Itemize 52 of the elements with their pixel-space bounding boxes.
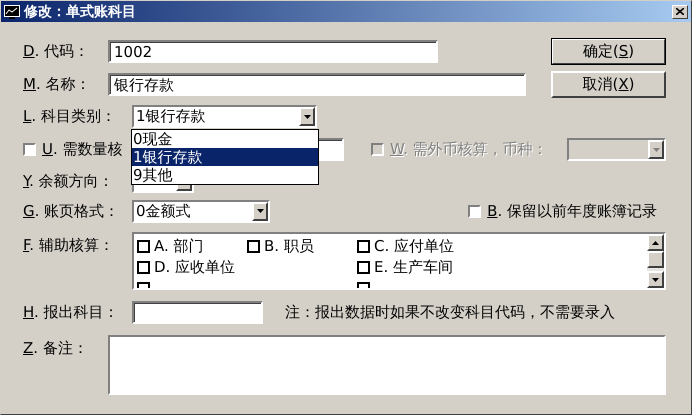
close-icon — [676, 8, 684, 15]
checkbox[interactable] — [247, 240, 260, 253]
category-dropdown[interactable]: 1银行存款 — [132, 105, 317, 128]
field-label: M. 名称： — [23, 75, 92, 94]
checkbox[interactable] — [357, 261, 370, 274]
field-label: G. 账页格式： — [23, 202, 120, 220]
checkbox[interactable] — [468, 204, 482, 218]
checkbox-label: E. 生产车间 — [374, 258, 454, 277]
text-field[interactable]: 银行存款 — [108, 73, 526, 96]
text-field[interactable]: 1002 — [108, 40, 438, 63]
field-label: Z. 备注： — [23, 338, 89, 358]
field-label: L. 科目类别： — [23, 107, 117, 126]
dropdown-button[interactable] — [648, 140, 664, 159]
checkbox-label: D. 应收单位 — [154, 258, 236, 277]
down-arrow-icon — [652, 278, 659, 282]
caret-icon — [304, 114, 310, 118]
cancel-button[interactable]: 取消(X) — [551, 71, 666, 98]
window-title: 修改：单式账科目 — [24, 2, 136, 20]
field-label: H. 报出科目： — [23, 303, 120, 322]
memo-field[interactable] — [108, 335, 666, 395]
note-text: 注：报出数据时如果不改变科目代码，不需要录入 — [285, 303, 615, 322]
dropdown-option[interactable]: 0现金 — [132, 130, 318, 148]
scroll-thumb[interactable] — [647, 251, 664, 268]
format-dropdown[interactable]: 0金额式 — [132, 200, 270, 222]
field-label: F. 辅助核算： — [23, 235, 115, 255]
dropdown-option[interactable]: 9其他 — [132, 166, 318, 184]
caret-icon — [256, 209, 264, 213]
checkbox[interactable] — [137, 240, 150, 253]
dropdown-option[interactable]: 1银行存款 — [132, 148, 318, 166]
checkbox-label: A. 部门 — [154, 237, 204, 256]
field-label: D. 代码： — [23, 42, 90, 61]
scrollbar[interactable] — [647, 234, 664, 288]
currency-dropdown[interactable] — [567, 138, 666, 161]
dropdown-button[interactable] — [252, 202, 268, 220]
checkbox[interactable] — [23, 143, 36, 156]
up-arrow-icon — [652, 240, 659, 244]
scroll-down-button[interactable] — [647, 271, 664, 288]
ok-button[interactable]: 确定(S) — [551, 38, 666, 65]
scroll-up-button[interactable] — [647, 234, 664, 251]
close-button[interactable] — [672, 4, 688, 18]
caret-icon — [652, 148, 660, 152]
text-field[interactable] — [132, 301, 263, 324]
field-label: W. 需外币核算，币种： — [390, 140, 548, 159]
checkbox-label: B. 职员 — [264, 237, 314, 256]
dropdown-button[interactable] — [299, 107, 315, 126]
field-label: Y. 余额方向： — [23, 172, 115, 190]
field-label: B. 保留以前年度账簿记录 — [487, 202, 657, 220]
field-label: U. 需数量核 — [42, 140, 123, 159]
app-icon — [4, 4, 20, 18]
checkbox[interactable] — [137, 261, 150, 274]
checkbox-label: C. 应付单位 — [374, 237, 454, 256]
checkbox[interactable] — [357, 240, 370, 253]
